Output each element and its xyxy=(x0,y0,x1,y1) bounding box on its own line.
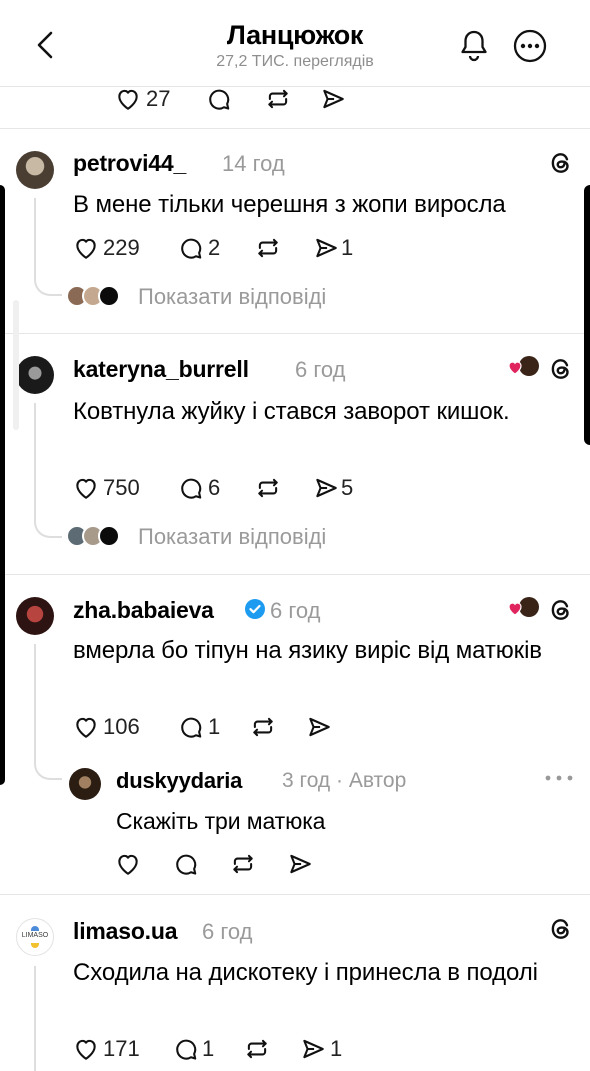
share-count: 1 xyxy=(341,235,354,260)
divider xyxy=(0,128,590,129)
thread-connector xyxy=(34,500,62,538)
post-text: вмерла бо тіпун на язику виріс від матюк… xyxy=(73,637,542,664)
like-count: 229 xyxy=(103,235,140,260)
avatar[interactable]: LIMASO xyxy=(16,918,54,956)
thread-line xyxy=(34,403,36,511)
repost-icon[interactable] xyxy=(255,475,281,501)
like-count: 106 xyxy=(103,714,140,739)
thread-connector xyxy=(34,748,62,780)
heart-icon[interactable] xyxy=(73,235,99,261)
header-divider xyxy=(0,86,590,87)
comment-icon[interactable] xyxy=(178,235,204,261)
page-title: Ланцюжок xyxy=(226,20,364,50)
comment-icon[interactable] xyxy=(173,1036,199,1062)
divider xyxy=(0,894,590,895)
more-icon[interactable] xyxy=(544,773,574,783)
comment-icon[interactable] xyxy=(173,851,199,877)
threads-icon[interactable] xyxy=(548,356,574,382)
repost-icon[interactable] xyxy=(230,851,256,877)
avatar-logo-text: LIMASO xyxy=(21,932,49,939)
share-icon[interactable] xyxy=(306,714,332,740)
avatar[interactable] xyxy=(16,597,54,635)
reply-count: 1 xyxy=(208,714,221,739)
post-text: В мене тільки черешня з жопи виросла xyxy=(73,191,506,218)
avatar[interactable] xyxy=(69,768,101,800)
reply-count: 6 xyxy=(208,475,221,500)
username[interactable]: limaso.ua xyxy=(73,918,177,945)
post-text: Сходила на дискотеку і принесла в подолі xyxy=(73,959,538,986)
repost-icon[interactable] xyxy=(250,714,276,740)
reply-timestamp: 3 год · Автор xyxy=(282,769,407,792)
bell-icon[interactable] xyxy=(459,28,489,62)
reply-avatar xyxy=(98,525,120,547)
timestamp: 6 год xyxy=(202,919,253,944)
like-count: 27 xyxy=(146,86,171,111)
heart-icon[interactable] xyxy=(73,475,99,501)
reply-avatar xyxy=(98,285,120,307)
comment-icon[interactable] xyxy=(178,714,204,740)
username[interactable]: kateryna_burrell xyxy=(73,356,249,383)
username[interactable]: petrovi44_ xyxy=(73,150,186,177)
threads-icon[interactable] xyxy=(548,916,574,942)
share-count: 5 xyxy=(341,475,354,500)
thread-line xyxy=(34,644,36,754)
thread-connector xyxy=(34,258,62,296)
repost-icon[interactable] xyxy=(265,86,291,112)
timestamp: 6 год xyxy=(295,357,346,382)
divider xyxy=(0,333,590,334)
share-icon[interactable] xyxy=(300,1036,326,1062)
heart-icon[interactable] xyxy=(73,1036,99,1062)
share-icon[interactable] xyxy=(320,86,346,112)
liked-by-author-icon xyxy=(507,354,541,380)
thread-line xyxy=(34,966,36,1071)
share-icon[interactable] xyxy=(313,235,339,261)
comment-icon[interactable] xyxy=(206,86,232,112)
more-icon[interactable] xyxy=(512,28,548,64)
comment-icon[interactable] xyxy=(178,475,204,501)
reply-username[interactable]: duskyydaria xyxy=(116,768,242,794)
show-replies-link[interactable]: Показати відповіді xyxy=(138,524,326,550)
show-replies-link[interactable]: Показати відповіді xyxy=(138,284,326,310)
heart-icon[interactable] xyxy=(115,86,141,112)
repost-icon[interactable] xyxy=(244,1036,270,1062)
post-text: Ковтнула жуйку і стався заворот кишок. xyxy=(73,398,510,425)
screen-edge xyxy=(0,185,5,785)
avatar[interactable] xyxy=(16,356,54,394)
liked-by-author-icon xyxy=(507,595,541,621)
threads-icon[interactable] xyxy=(548,597,574,623)
verified-icon xyxy=(244,598,266,620)
timestamp: 6 год xyxy=(270,598,321,623)
reply-count: 1 xyxy=(202,1036,215,1061)
username[interactable]: zha.babaieva xyxy=(73,597,214,624)
scroll-indicator[interactable] xyxy=(13,300,19,430)
threads-icon[interactable] xyxy=(548,150,574,176)
reply-count: 2 xyxy=(208,235,221,260)
heart-icon[interactable] xyxy=(73,714,99,740)
avatar[interactable] xyxy=(16,151,54,189)
share-icon[interactable] xyxy=(313,475,339,501)
repost-icon[interactable] xyxy=(255,235,281,261)
divider xyxy=(0,574,590,575)
reply-text: Скажіть три матюка xyxy=(116,808,326,834)
heart-icon[interactable] xyxy=(115,851,141,877)
like-count: 171 xyxy=(103,1036,140,1061)
like-count: 750 xyxy=(103,475,140,500)
screen-edge xyxy=(584,185,590,445)
share-icon[interactable] xyxy=(287,851,313,877)
timestamp: 14 год xyxy=(222,151,285,176)
views-count: 27,2 ТИС. переглядів xyxy=(216,53,374,70)
share-count: 1 xyxy=(330,1036,343,1061)
